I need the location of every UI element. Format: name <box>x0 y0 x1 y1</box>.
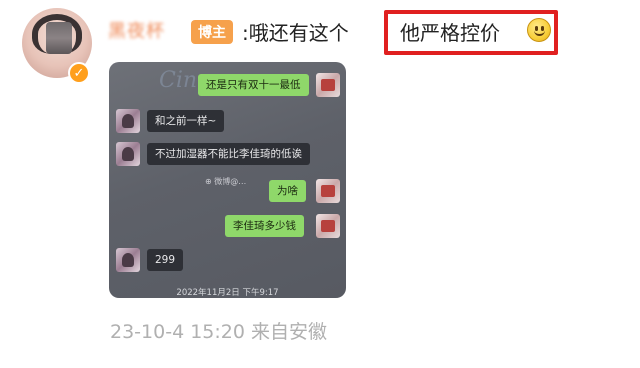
comment-text: :哦还有这个 <box>242 21 349 45</box>
chat-avatar-self <box>316 179 340 203</box>
chat-avatar-self <box>316 214 340 238</box>
chat-bubble-outgoing: 为啥 <box>269 180 306 202</box>
avatar-mosaic <box>46 22 72 54</box>
post-meta: 23-10-4 15:20 来自安徽 <box>110 321 327 343</box>
background-watermark: Cin <box>159 68 198 93</box>
chat-bubble-outgoing: 还是只有双十一最低 <box>198 74 309 96</box>
chat-bubble-outgoing: 李佳琦多少钱 <box>225 215 304 237</box>
verified-icon: ✓ <box>68 62 90 84</box>
chat-bubble-incoming: 和之前一样~ <box>147 110 225 132</box>
chat-avatar-other <box>116 248 140 272</box>
weibo-watermark: ⊕ 微博@… <box>205 177 247 186</box>
chat-avatar-other <box>116 109 140 133</box>
chat-screenshot-image[interactable]: Cin 还是只有双十一最低 和之前一样~ 不过加湿器不能比李佳琦的低诶 ⊕ 微博… <box>109 62 346 298</box>
username[interactable]: 黑夜杯 <box>108 17 165 43</box>
chat-bubble-incoming: 299 <box>147 249 184 271</box>
chat-avatar-self <box>316 73 340 97</box>
chat-timestamp: 2022年11月2日 下午9:17 <box>176 288 279 298</box>
chat-avatar-other <box>116 142 140 166</box>
chat-bubble-incoming: 不过加湿器不能比李佳琦的低诶 <box>147 143 310 165</box>
smile-emoji-icon <box>527 18 551 42</box>
author-badge: 博主 <box>191 20 233 44</box>
highlighted-text: 他严格控价 <box>400 21 500 45</box>
